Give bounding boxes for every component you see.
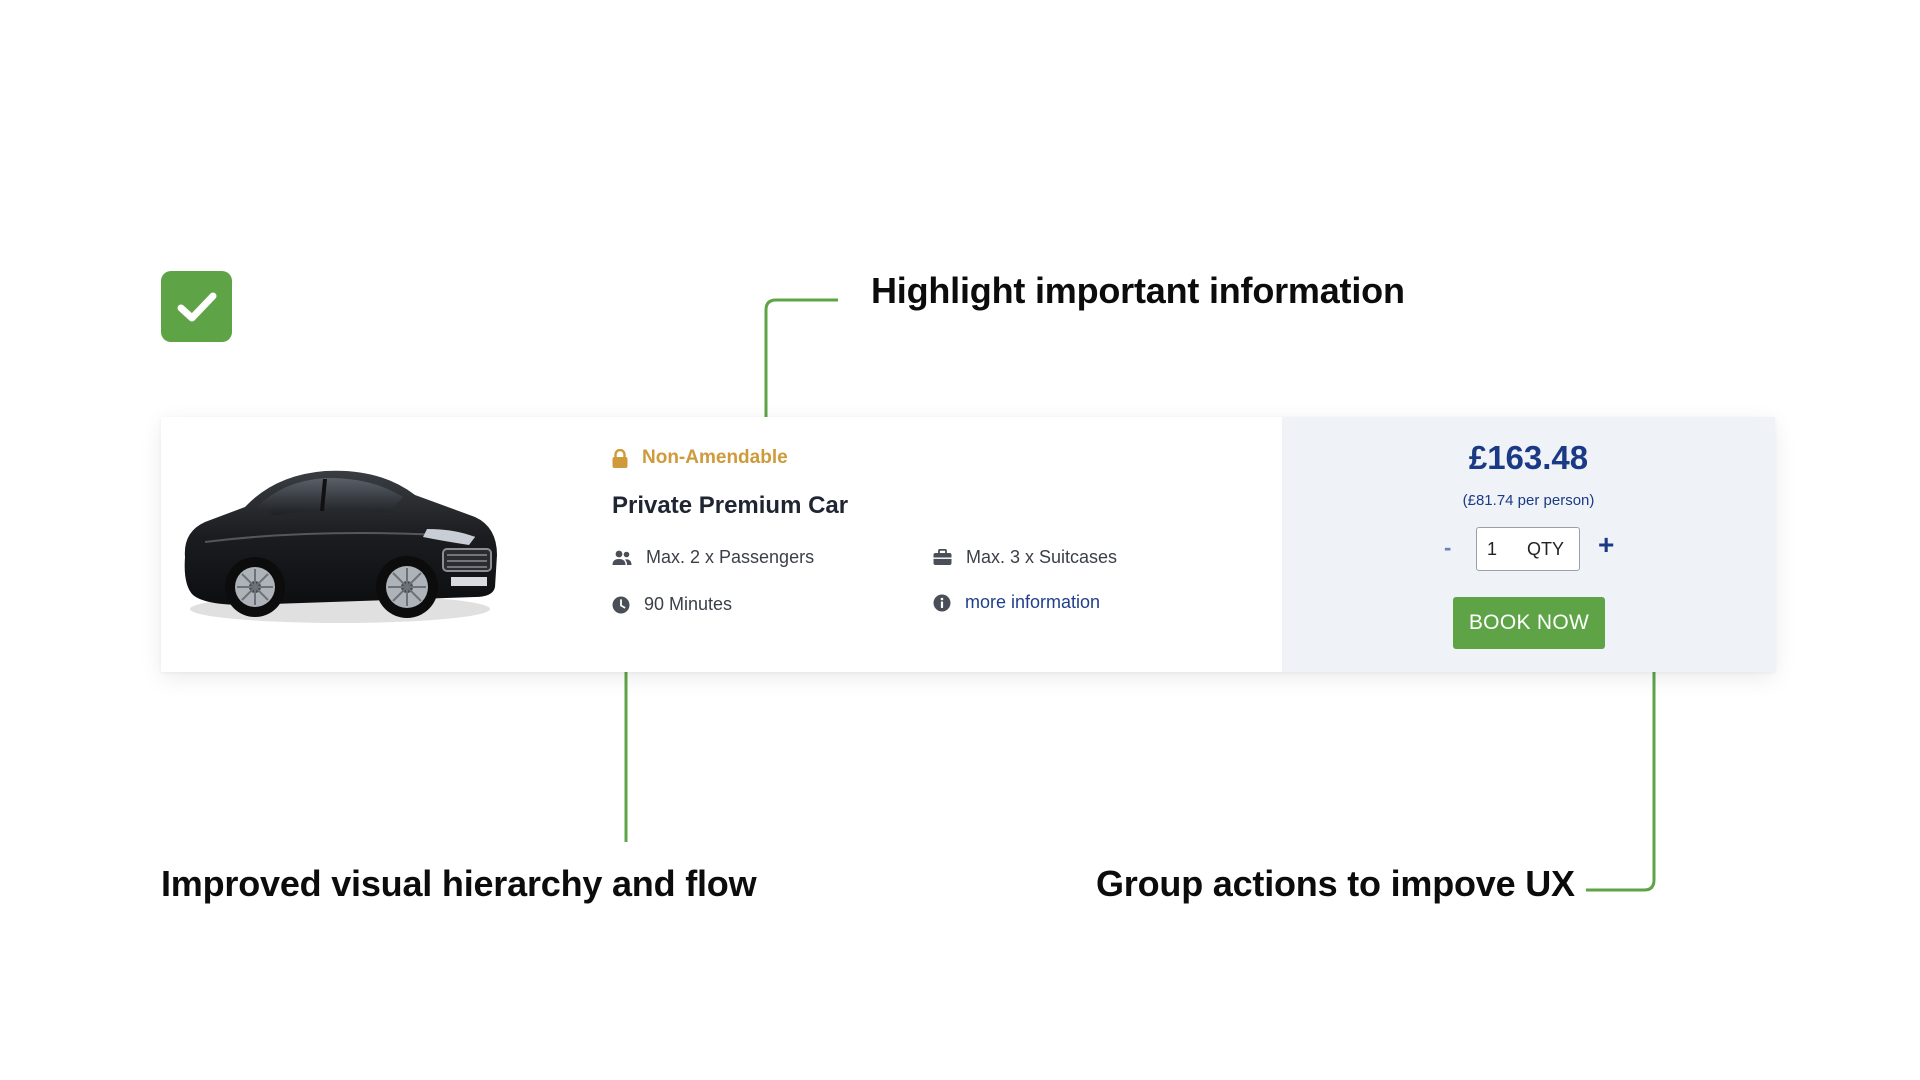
passengers-label: Max. 2 x Passengers bbox=[646, 547, 815, 567]
connector-right bbox=[1586, 652, 1656, 892]
feature-suitcases: Max. 3 x Suitcases bbox=[933, 547, 1117, 568]
feature-duration: 90 Minutes bbox=[612, 594, 732, 615]
approved-check-badge bbox=[161, 271, 232, 342]
price-action-panel: £163.48 (£81.74 per person) - QTY + BOOK… bbox=[1282, 417, 1775, 672]
non-amendable-label: Non-Amendable bbox=[642, 447, 788, 468]
suitcase-icon bbox=[933, 549, 952, 565]
check-icon bbox=[177, 292, 216, 321]
car-image bbox=[184, 470, 497, 623]
more-information-link[interactable]: more information bbox=[933, 592, 1100, 613]
duration-label: 90 Minutes bbox=[644, 594, 733, 614]
per-person-price: (£81.74 per person) bbox=[1462, 492, 1595, 509]
feature-passengers: Max. 2 x Passengers bbox=[612, 547, 814, 568]
suitcases-label: Max. 3 x Suitcases bbox=[966, 547, 1118, 567]
qty-decrement-button[interactable]: - bbox=[1444, 535, 1451, 561]
info-icon bbox=[933, 594, 951, 611]
total-price: £163.48 bbox=[1468, 439, 1589, 476]
annotation-hierarchy: Improved visual hierarchy and flow bbox=[161, 863, 757, 904]
passengers-icon bbox=[612, 550, 632, 565]
qty-field[interactable]: QTY bbox=[1476, 527, 1580, 571]
quantity-stepper: - QTY + bbox=[1282, 527, 1775, 573]
more-information-label[interactable]: more information bbox=[965, 592, 1100, 613]
connector-top bbox=[764, 298, 838, 430]
lock-icon bbox=[612, 448, 628, 468]
non-amendable-badge: Non-Amendable bbox=[612, 447, 788, 469]
product-info: Non-Amendable Private Premium Car Max. 2… bbox=[612, 417, 1232, 672]
transfer-product-card: Non-Amendable Private Premium Car Max. 2… bbox=[161, 417, 1775, 672]
book-now-button[interactable]: BOOK NOW bbox=[1453, 597, 1605, 649]
annotation-group-actions: Group actions to impove UX bbox=[1096, 863, 1575, 904]
qty-increment-button[interactable]: + bbox=[1598, 529, 1614, 561]
clock-icon bbox=[612, 596, 630, 613]
qty-label: QTY bbox=[1527, 538, 1565, 559]
product-title: Private Premium Car bbox=[612, 492, 849, 519]
qty-input[interactable] bbox=[1477, 538, 1513, 560]
annotation-highlight: Highlight important information bbox=[871, 270, 1405, 311]
